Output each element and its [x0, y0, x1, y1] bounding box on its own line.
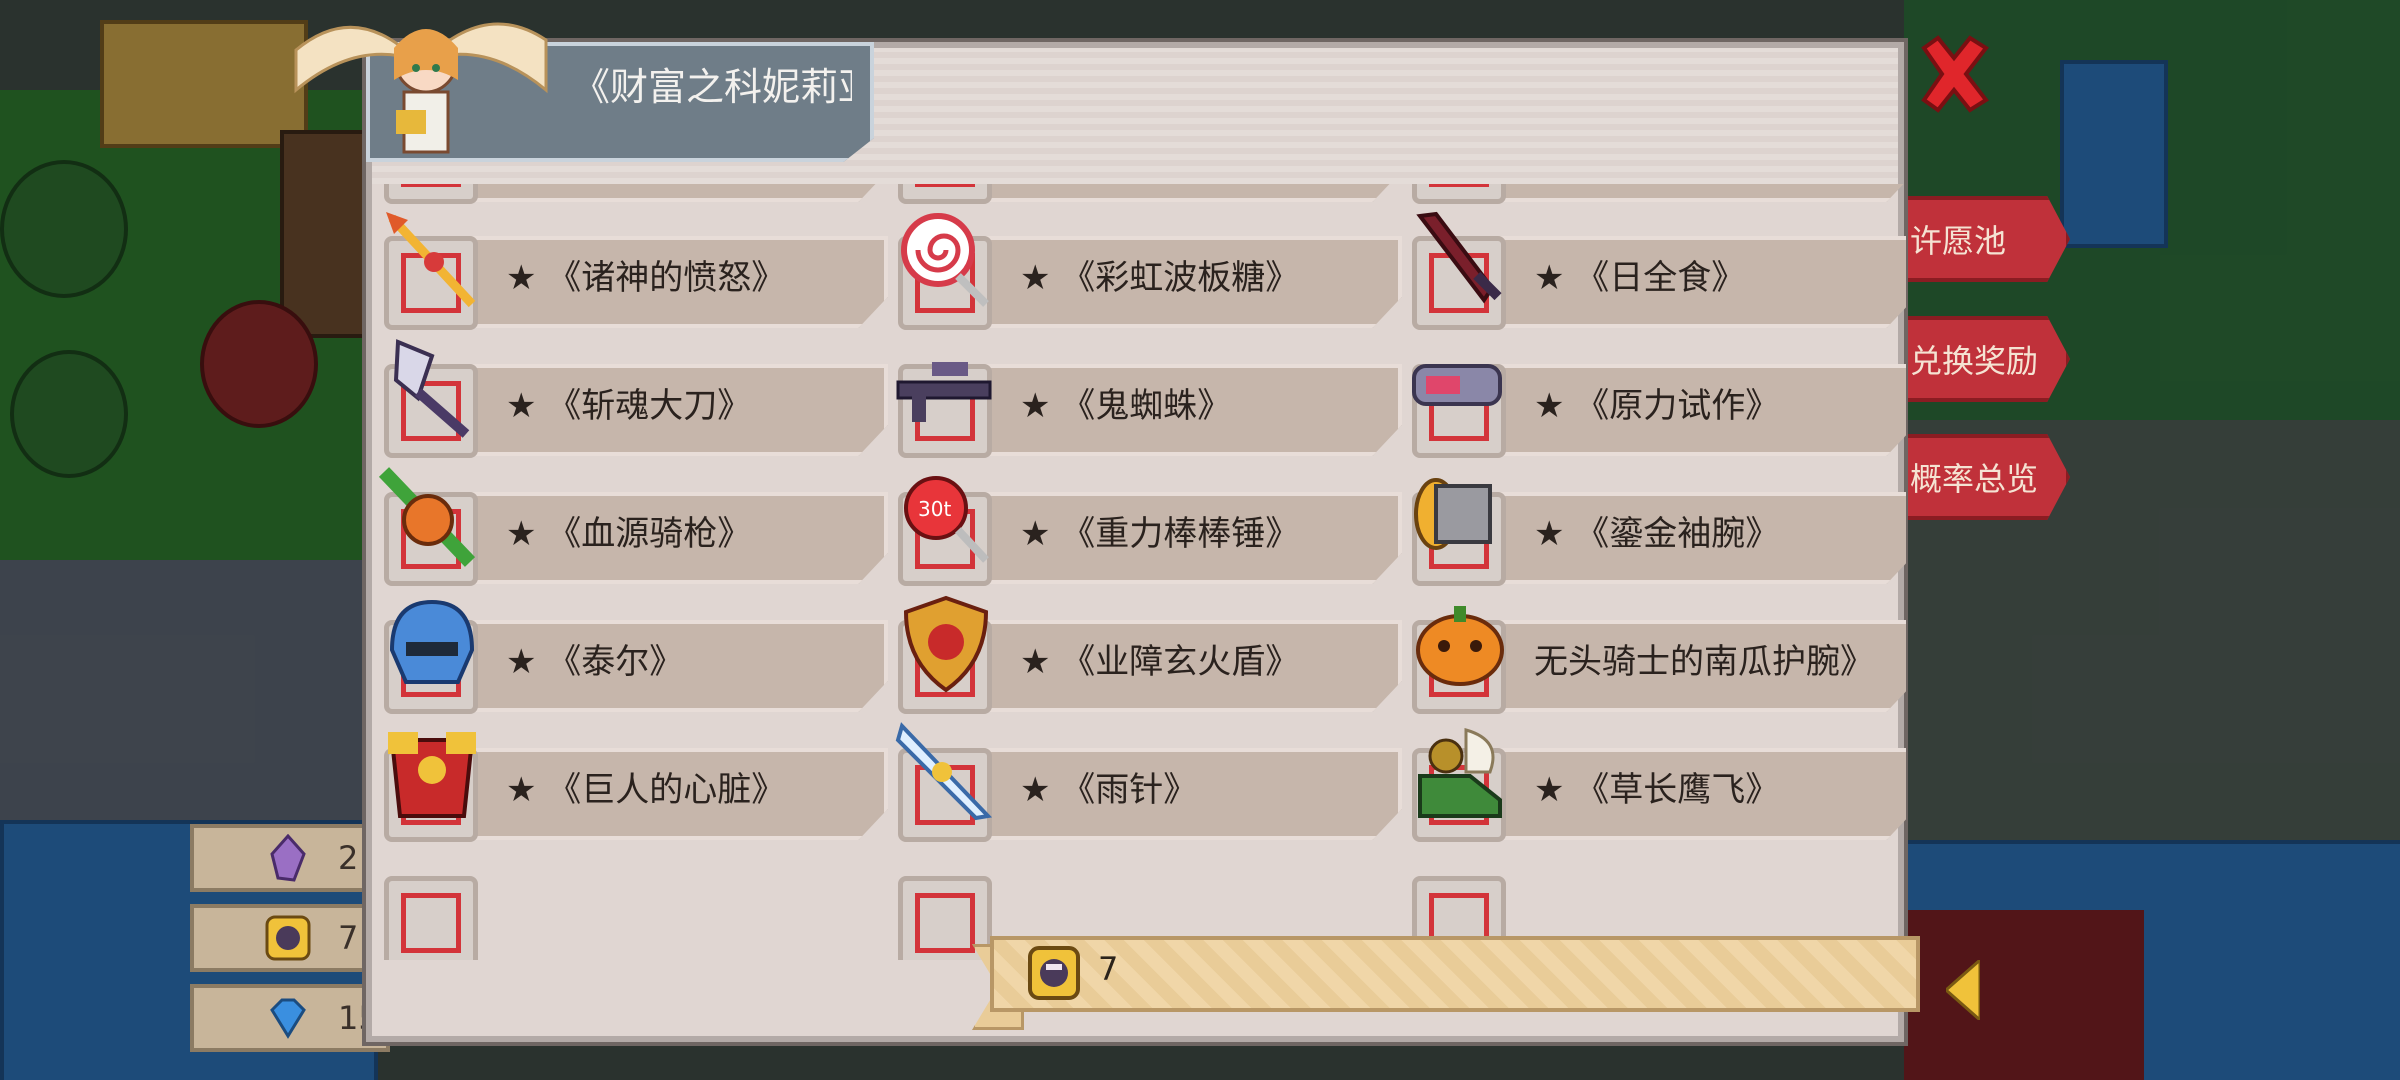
item-label: ★ 《彩虹波板糖》	[1020, 257, 1300, 298]
character-title: 《财富之科妮莉亚》	[572, 65, 852, 109]
list-item[interactable]: ★ 《草长鹰飞》	[1404, 726, 1906, 846]
knight-coin-icon	[265, 915, 311, 961]
energy-gauntlet-icon	[1412, 364, 1502, 406]
knight-coin-icon	[1028, 946, 1080, 1000]
bottom-currency-value: 7	[1098, 950, 1119, 988]
item-label: ★ 《原力试作》	[1534, 385, 1780, 426]
currency-gem: 15	[190, 984, 390, 1052]
currency-crystal: 2	[190, 824, 390, 892]
item-label: ★ 《草长鹰飞》	[1534, 769, 1780, 810]
currency-value: 7	[338, 919, 359, 957]
side-menu-exchange-rewards[interactable]: 兑换奖励	[1880, 316, 2070, 402]
list-item[interactable]: ★ 《彩虹波板糖》	[890, 213, 1402, 334]
list-item[interactable]: ★ 《以太裂隙》	[890, 184, 1402, 208]
side-menu-label: 概率总览	[1910, 460, 2039, 498]
list-item[interactable]: ★ 《斩魂大刀》	[376, 339, 888, 462]
close-icon[interactable]	[1916, 34, 1992, 114]
list-item[interactable]: ★ 《佑安》	[1404, 184, 1906, 208]
angel-character-icon	[294, 22, 548, 154]
giant-heart-armor-icon	[388, 732, 476, 818]
pumpkin-bracer-icon	[1416, 606, 1504, 686]
item-label: ★ 《业障玄火盾》	[1020, 641, 1300, 682]
item-slot	[384, 876, 478, 960]
winged-boot-icon	[1418, 728, 1502, 818]
item-label: ★ 《巨人的心脏》	[506, 769, 786, 810]
side-menu-label: 兑换奖励	[1910, 342, 2039, 380]
item-label: ★ 《鬼蜘蛛》	[1020, 385, 1232, 426]
crimson-sword-icon	[1416, 211, 1502, 304]
item-label: ★ 《泰尔》	[506, 641, 684, 682]
list-item[interactable]: ★ 《鎏金袖腕》	[1404, 470, 1906, 590]
item-label: ★ 《雨针》	[1020, 769, 1198, 810]
list-item[interactable]: ★ 《血源骑枪》	[376, 467, 888, 590]
currency-value: 2	[338, 839, 359, 877]
item-label: 无头骑士的南瓜护腕》	[1534, 641, 1874, 682]
side-menu-wishing-pool[interactable]: 许愿池	[1880, 196, 2070, 282]
sniper-rifle-icon	[896, 362, 992, 422]
pumpkin-lance-icon	[378, 467, 476, 567]
gold-bracer-icon	[1414, 478, 1492, 550]
item-slot	[898, 184, 992, 204]
list-item[interactable]: ★ 《泰尔》	[376, 598, 888, 718]
list-item[interactable]: ★ 《雨针》	[890, 722, 1402, 846]
list-item[interactable]: ★ 《血戴尔的晨曦》	[376, 184, 888, 208]
svg-text:30t: 30t	[918, 497, 951, 521]
purple-crystal-icon	[270, 834, 306, 882]
bottom-currency-bar	[990, 936, 1920, 1012]
arrow-left-icon[interactable]	[1946, 960, 1980, 1020]
list-item[interactable]: 无头骑士的南瓜护腕》	[1404, 598, 1906, 718]
rain-needle-icon	[895, 722, 993, 821]
blue-gem-icon	[270, 998, 306, 1039]
currency-knight-coin: 7	[190, 904, 390, 972]
list-item[interactable]: ★ 《鬼蜘蛛》	[890, 342, 1402, 462]
item-label: ★ 《诸神的愤怒》	[506, 257, 786, 298]
list-item[interactable]: ★ 《诸神的愤怒》	[376, 212, 888, 334]
blue-helmet-icon	[389, 599, 475, 684]
item-label: ★ 《重力棒棒锤》	[1020, 513, 1300, 554]
list-item[interactable]: ★ 《原力试作》	[1404, 342, 1906, 462]
list-item[interactable]: ★ 《业障玄火盾》	[890, 595, 1402, 718]
prize-pool-dialog: ★ 《血戴尔的晨曦》★ 《以太裂隙》★ 《佑安》 ★ 《诸神的愤怒》 ★ 《彩虹波板…	[366, 42, 1906, 1042]
item-label: ★ 《鎏金袖腕》	[1534, 513, 1780, 554]
list-item[interactable]: 30t ★ 《重力棒棒锤》	[890, 470, 1402, 590]
list-item-partial	[376, 854, 886, 960]
item-label: ★ 《日全食》	[1534, 257, 1746, 298]
soul-blade-icon	[393, 339, 470, 438]
list-item[interactable]: ★ 《日全食》	[1404, 211, 1906, 334]
item-label: ★ 《斩魂大刀》	[506, 385, 752, 426]
item-grid[interactable]: ★ 《血戴尔的晨曦》★ 《以太裂隙》★ 《佑安》 ★ 《诸神的愤怒》 ★ 《彩虹波板…	[376, 184, 1906, 960]
item-slot	[384, 184, 478, 204]
candy-hammer-icon: 30t	[904, 476, 989, 563]
side-menu-probability-overview[interactable]: 概率总览	[1880, 434, 2070, 520]
item-slot	[1412, 184, 1506, 204]
side-menu-label: 许愿池	[1910, 222, 2007, 260]
golden-spear-icon	[386, 212, 476, 308]
fire-shield-icon	[903, 595, 989, 693]
item-label: ★ 《血源骑枪》	[506, 513, 752, 554]
list-item[interactable]: ★ 《巨人的心脏》	[376, 726, 888, 846]
lollipop-icon	[901, 213, 989, 307]
